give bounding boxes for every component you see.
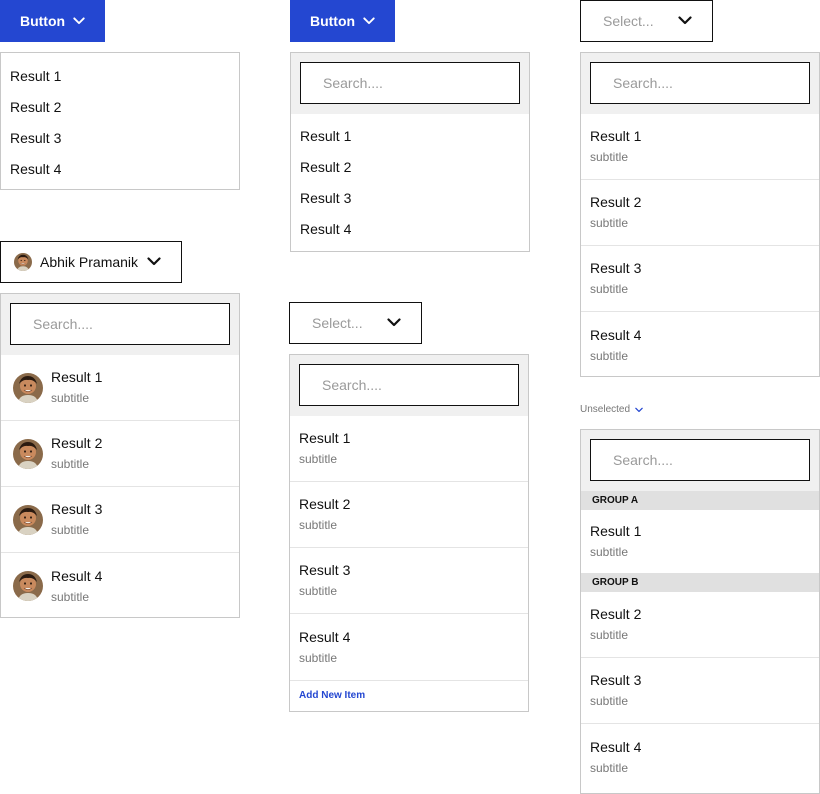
chevron-down-icon xyxy=(635,407,643,413)
item-title: Result 4 xyxy=(299,628,351,645)
search-input[interactable]: Search.... xyxy=(10,303,230,345)
avatar xyxy=(13,373,43,403)
list-item[interactable]: Result 3 xyxy=(1,122,239,153)
list-item[interactable]: Result 3 subtitle xyxy=(290,548,528,614)
item-title: Result 4 xyxy=(590,738,642,755)
results-list-1: Result 1 Result 2 Result 3 Result 4 xyxy=(0,52,240,190)
chevron-down-icon xyxy=(73,17,85,25)
item-title: Result 3 xyxy=(51,501,103,517)
list-item[interactable]: Result 4 subtitle xyxy=(581,724,819,790)
list-item[interactable]: Result 4 subtitle xyxy=(1,553,239,617)
list-item[interactable]: Result 2 subtitle xyxy=(581,592,819,658)
list-item[interactable]: Result 1 subtitle xyxy=(1,355,239,421)
search-band: Search.... xyxy=(581,53,819,114)
list-item[interactable]: Result 3 subtitle xyxy=(1,487,239,553)
list-item[interactable]: Result 2 subtitle xyxy=(290,482,528,548)
item-subtitle: subtitle xyxy=(299,452,338,466)
select-placeholder: Select... xyxy=(312,315,363,331)
button-dropdown-1[interactable]: Button xyxy=(0,0,105,42)
select-dropdown-3[interactable]: Select... xyxy=(580,0,713,42)
list-item[interactable]: Result 1 subtitle xyxy=(581,510,819,573)
item-subtitle: subtitle xyxy=(51,523,90,537)
button-dropdown-2[interactable]: Button xyxy=(290,0,395,42)
item-subtitle: subtitle xyxy=(299,584,338,598)
search-band: Search.... xyxy=(291,53,529,114)
item-subtitle: subtitle xyxy=(590,545,629,559)
results-panel-6: Search.... GROUP A Result 1 subtitle GRO… xyxy=(580,429,820,794)
item-subtitle: subtitle xyxy=(51,457,90,471)
item-title: Result 1 xyxy=(590,523,642,539)
item-title: Result 1 xyxy=(590,128,642,144)
avatar xyxy=(14,253,32,271)
item-title: Result 3 xyxy=(299,562,351,578)
trigger-label: Unselected xyxy=(580,404,631,415)
item-title: Result 3 xyxy=(590,260,642,276)
group-header-a: GROUP A xyxy=(581,491,819,510)
list-item[interactable]: Result 3 subtitle xyxy=(581,246,819,312)
add-new-item-button[interactable]: Add New Item xyxy=(290,680,528,710)
list-item[interactable]: Result 2 subtitle xyxy=(1,421,239,487)
search-input[interactable]: Search.... xyxy=(590,439,810,481)
list-item[interactable]: Result 1 xyxy=(291,120,529,151)
item-subtitle: subtitle xyxy=(590,760,629,775)
list-item[interactable]: Result 3 xyxy=(291,182,529,213)
group-header-b: GROUP B xyxy=(581,573,819,592)
results-panel-5: Search.... Result 1 subtitle Result 2 su… xyxy=(289,354,529,712)
list-item[interactable]: Result 4 subtitle xyxy=(581,312,819,376)
search-input[interactable]: Search.... xyxy=(590,62,810,104)
list-item[interactable]: Result 3 subtitle xyxy=(581,658,819,724)
chevron-down-icon xyxy=(678,16,692,25)
item-title: Result 2 xyxy=(299,496,351,512)
item-subtitle: subtitle xyxy=(51,391,90,405)
results-panel-3: Search.... Result 1 subtitle Result 2 su… xyxy=(580,52,820,377)
search-input[interactable]: Search.... xyxy=(299,364,519,406)
item-title: Result 2 xyxy=(590,194,642,210)
avatar xyxy=(13,571,43,601)
list-item[interactable]: Result 2 subtitle xyxy=(581,180,819,246)
item-subtitle: subtitle xyxy=(590,628,629,642)
item-title: Result 1 xyxy=(51,369,103,385)
item-subtitle: subtitle xyxy=(299,518,338,532)
chevron-down-icon xyxy=(147,257,161,266)
select-placeholder: Select... xyxy=(603,13,654,29)
item-subtitle: subtitle xyxy=(590,150,629,164)
item-subtitle: subtitle xyxy=(590,694,629,708)
chevron-down-icon xyxy=(363,17,375,25)
list-item[interactable]: Result 4 subtitle xyxy=(290,614,528,680)
item-title: Result 4 xyxy=(590,326,642,343)
results-panel-2: Search.... Result 1 Result 2 Result 3 Re… xyxy=(290,52,530,252)
item-title: Result 1 xyxy=(299,430,351,446)
list-item[interactable]: Result 4 xyxy=(291,213,529,244)
avatar xyxy=(13,505,43,535)
list-item[interactable]: Result 2 xyxy=(291,151,529,182)
item-subtitle: subtitle xyxy=(590,348,629,363)
button-label: Button xyxy=(19,13,66,29)
list-item[interactable]: Result 1 xyxy=(1,60,239,91)
item-title: Result 2 xyxy=(590,606,642,622)
unselected-trigger[interactable]: Unselected xyxy=(580,404,643,415)
user-select[interactable]: Abhik Pramanik xyxy=(0,241,182,283)
list-item[interactable]: Result 4 xyxy=(1,153,239,184)
search-input[interactable]: Search.... xyxy=(300,62,520,104)
search-band: Search.... xyxy=(290,355,528,416)
list-item[interactable]: Result 2 xyxy=(1,91,239,122)
item-title: Result 4 xyxy=(51,567,103,584)
item-title: Result 3 xyxy=(590,672,642,688)
user-name: Abhik Pramanik xyxy=(40,254,139,270)
item-subtitle: subtitle xyxy=(590,282,629,296)
list-item[interactable]: Result 1 subtitle xyxy=(581,114,819,180)
search-band: Search.... xyxy=(581,430,819,491)
chevron-down-icon xyxy=(387,318,401,327)
list-item[interactable]: Result 1 subtitle xyxy=(290,416,528,482)
item-subtitle: subtitle xyxy=(590,216,629,230)
results-panel-4: Search.... Result 1 subtitle Result 2 su… xyxy=(0,293,240,618)
search-band: Search.... xyxy=(1,294,239,355)
button-label: Button xyxy=(309,13,356,29)
item-subtitle: subtitle xyxy=(299,650,338,665)
item-subtitle: subtitle xyxy=(51,589,90,604)
select-dropdown-5[interactable]: Select... xyxy=(289,302,422,344)
item-title: Result 2 xyxy=(51,435,103,451)
avatar xyxy=(13,439,43,469)
